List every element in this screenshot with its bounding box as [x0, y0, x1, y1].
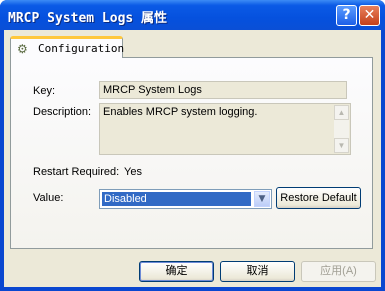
description-field: Enables MRCP system logging. ▲ ▼ [99, 103, 351, 155]
tab-configuration[interactable]: ⚙ Configuration [10, 36, 125, 58]
value-dropdown[interactable]: Disabled ▼ [99, 189, 272, 209]
restart-required-value: Yes [124, 166, 142, 178]
scroll-down-icon[interactable]: ▼ [334, 138, 349, 153]
apply-button[interactable]: 应用(A) [301, 261, 376, 282]
help-button[interactable]: ? [336, 5, 357, 26]
window-title: MRCP System Logs 属性 [8, 11, 168, 26]
close-button[interactable]: ✕ [359, 5, 380, 26]
window-frame-right [381, 30, 385, 291]
title-bar[interactable]: MRCP System Logs 属性 ? ✕ [0, 0, 385, 30]
description-label: Description: [33, 106, 92, 118]
value-selected: Disabled [101, 191, 252, 207]
chevron-down-icon[interactable]: ▼ [254, 191, 270, 207]
gear-icon: ⚙ [17, 42, 28, 56]
restart-required-label: Restart Required: [33, 166, 120, 178]
scroll-up-icon[interactable]: ▲ [334, 105, 349, 120]
cancel-button[interactable]: 取消 [220, 261, 295, 282]
properties-dialog: MRCP System Logs 属性 ? ✕ ⚙ Configuration … [0, 0, 385, 291]
description-text: Enables MRCP system logging. [103, 106, 258, 118]
key-field: MRCP System Logs [99, 81, 347, 99]
value-label: Value: [33, 192, 64, 204]
key-label: Key: [33, 85, 56, 97]
ok-button[interactable]: 确定 [139, 261, 214, 282]
description-scrollbar[interactable]: ▲ ▼ [334, 105, 349, 153]
window-frame-bottom [0, 287, 385, 291]
restore-default-button[interactable]: Restore Default [276, 187, 361, 209]
tab-label: Configuration [38, 42, 125, 55]
